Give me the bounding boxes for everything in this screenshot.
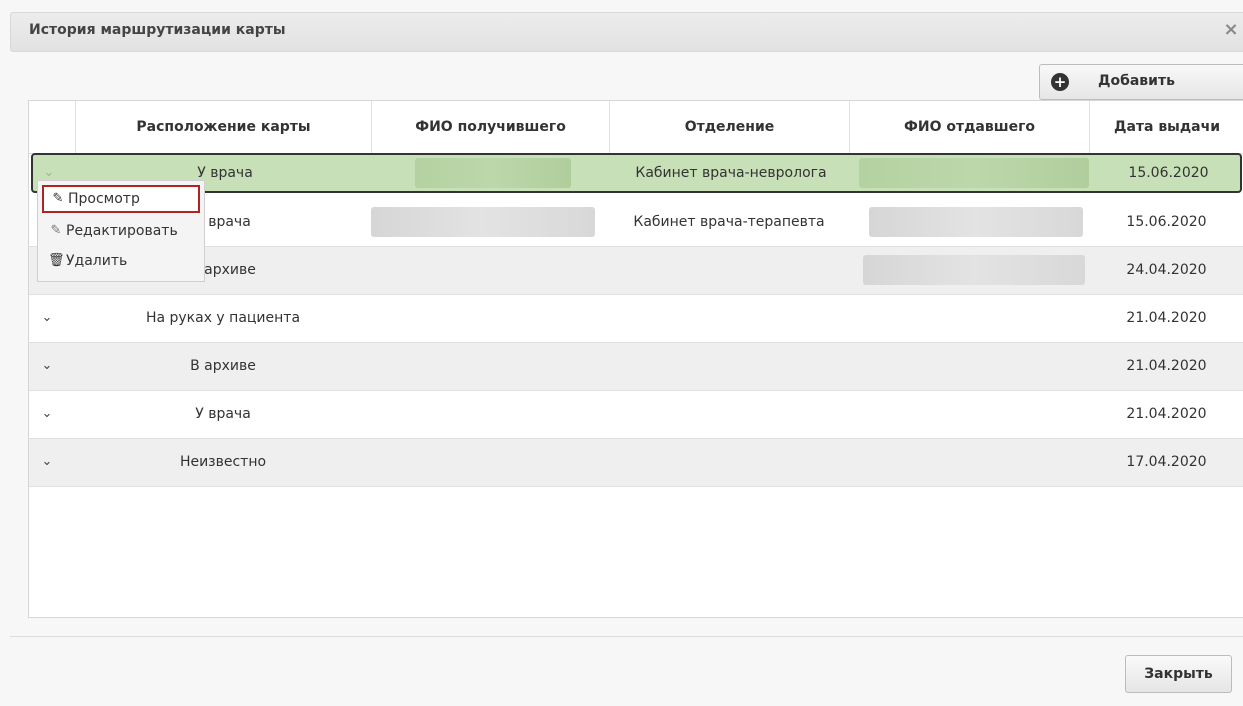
chevron-down-icon[interactable]: ⌄ xyxy=(39,439,55,485)
table-row[interactable]: ⌄ У врача Кабинет врача-терапевта 15.06.… xyxy=(29,199,1243,247)
table-row[interactable]: ⌄ У врача 21.04.2020 xyxy=(29,391,1243,439)
menu-item-label: Редактировать xyxy=(66,223,178,239)
header-department[interactable]: Отделение xyxy=(609,101,849,153)
header-expand-column xyxy=(29,101,75,153)
receiver-name-redacted xyxy=(415,158,571,188)
table-row[interactable]: ⌄ В архиве 21.04.2020 xyxy=(29,343,1243,391)
table-row[interactable]: ⌄ Неизвестно 17.04.2020 xyxy=(29,439,1243,487)
menu-item-edit[interactable]: ✎ Редактировать xyxy=(42,217,204,245)
header-giver[interactable]: ФИО отдавшего xyxy=(849,101,1089,153)
close-icon[interactable]: × xyxy=(1221,19,1241,41)
cell-date: 15.06.2020 xyxy=(1126,214,1207,230)
cell-date: 15.06.2020 xyxy=(1128,165,1209,181)
close-button[interactable]: Закрыть xyxy=(1125,655,1232,693)
cell-date: 21.04.2020 xyxy=(1126,310,1207,326)
menu-item-view[interactable]: ✎ Просмотр xyxy=(42,185,200,213)
cell-department: Кабинет врача-терапевта xyxy=(633,214,825,230)
cell-date: 17.04.2020 xyxy=(1126,454,1207,470)
header-date[interactable]: Дата выдачи xyxy=(1089,101,1243,153)
cell-location: У врача xyxy=(195,406,251,422)
header-location[interactable]: Расположение карты xyxy=(75,101,371,153)
route-history-dialog: История маршрутизации карты × + Добавить… xyxy=(0,0,1243,706)
table-row[interactable]: ⌄ В архиве 24.04.2020 xyxy=(29,247,1243,295)
cell-department xyxy=(609,295,849,341)
add-button[interactable]: + Добавить xyxy=(1039,64,1243,100)
dialog-title: История маршрутизации карты xyxy=(29,22,286,38)
pencil-icon: ✎ xyxy=(50,223,62,238)
trash-icon: 🗑 xyxy=(48,253,65,268)
pencil-icon: ✎ xyxy=(52,191,64,206)
cell-department xyxy=(609,343,849,389)
menu-item-label: Удалить xyxy=(66,253,128,269)
cell-date: 21.04.2020 xyxy=(1126,358,1207,374)
cell-department: Кабинет врача-невролога xyxy=(635,165,827,181)
giver-name-redacted xyxy=(859,158,1089,188)
giver-name-redacted xyxy=(869,207,1083,237)
header-receiver[interactable]: ФИО получившего xyxy=(371,101,609,153)
cell-department xyxy=(609,391,849,437)
cell-location: На руках у пациента xyxy=(145,310,301,326)
cell-date: 24.04.2020 xyxy=(1126,262,1207,278)
add-button-label: Добавить xyxy=(1098,73,1175,89)
chevron-down-icon[interactable]: ⌄ xyxy=(39,391,55,437)
route-history-table: Расположение карты ФИО получившего Отдел… xyxy=(28,100,1243,618)
menu-item-label: Просмотр xyxy=(68,191,140,207)
dialog-titlebar: История маршрутизации карты × xyxy=(10,12,1243,52)
table-row[interactable]: ⌄ На руках у пациента 21.04.2020 xyxy=(29,295,1243,343)
plus-circle-icon: + xyxy=(1051,73,1069,91)
giver-name-redacted xyxy=(863,255,1085,285)
row-context-menu: ✎ Просмотр ✎ Редактировать 🗑 Удалить xyxy=(37,180,205,282)
cell-date: 21.04.2020 xyxy=(1126,406,1207,422)
table-row[interactable]: ⌄ У врача Кабинет врача-невролога 15.06.… xyxy=(31,153,1242,193)
footer-divider xyxy=(10,636,1243,637)
cell-department xyxy=(609,247,849,293)
cell-department xyxy=(609,439,849,485)
table-header: Расположение карты ФИО получившего Отдел… xyxy=(29,101,1243,154)
receiver-name-redacted xyxy=(371,207,595,237)
chevron-down-icon[interactable]: ⌄ xyxy=(39,295,55,341)
cell-location: В архиве xyxy=(190,358,256,374)
menu-item-delete[interactable]: 🗑 Удалить xyxy=(42,247,204,275)
cell-location: Неизвестно xyxy=(179,454,267,470)
chevron-down-icon[interactable]: ⌄ xyxy=(39,343,55,389)
